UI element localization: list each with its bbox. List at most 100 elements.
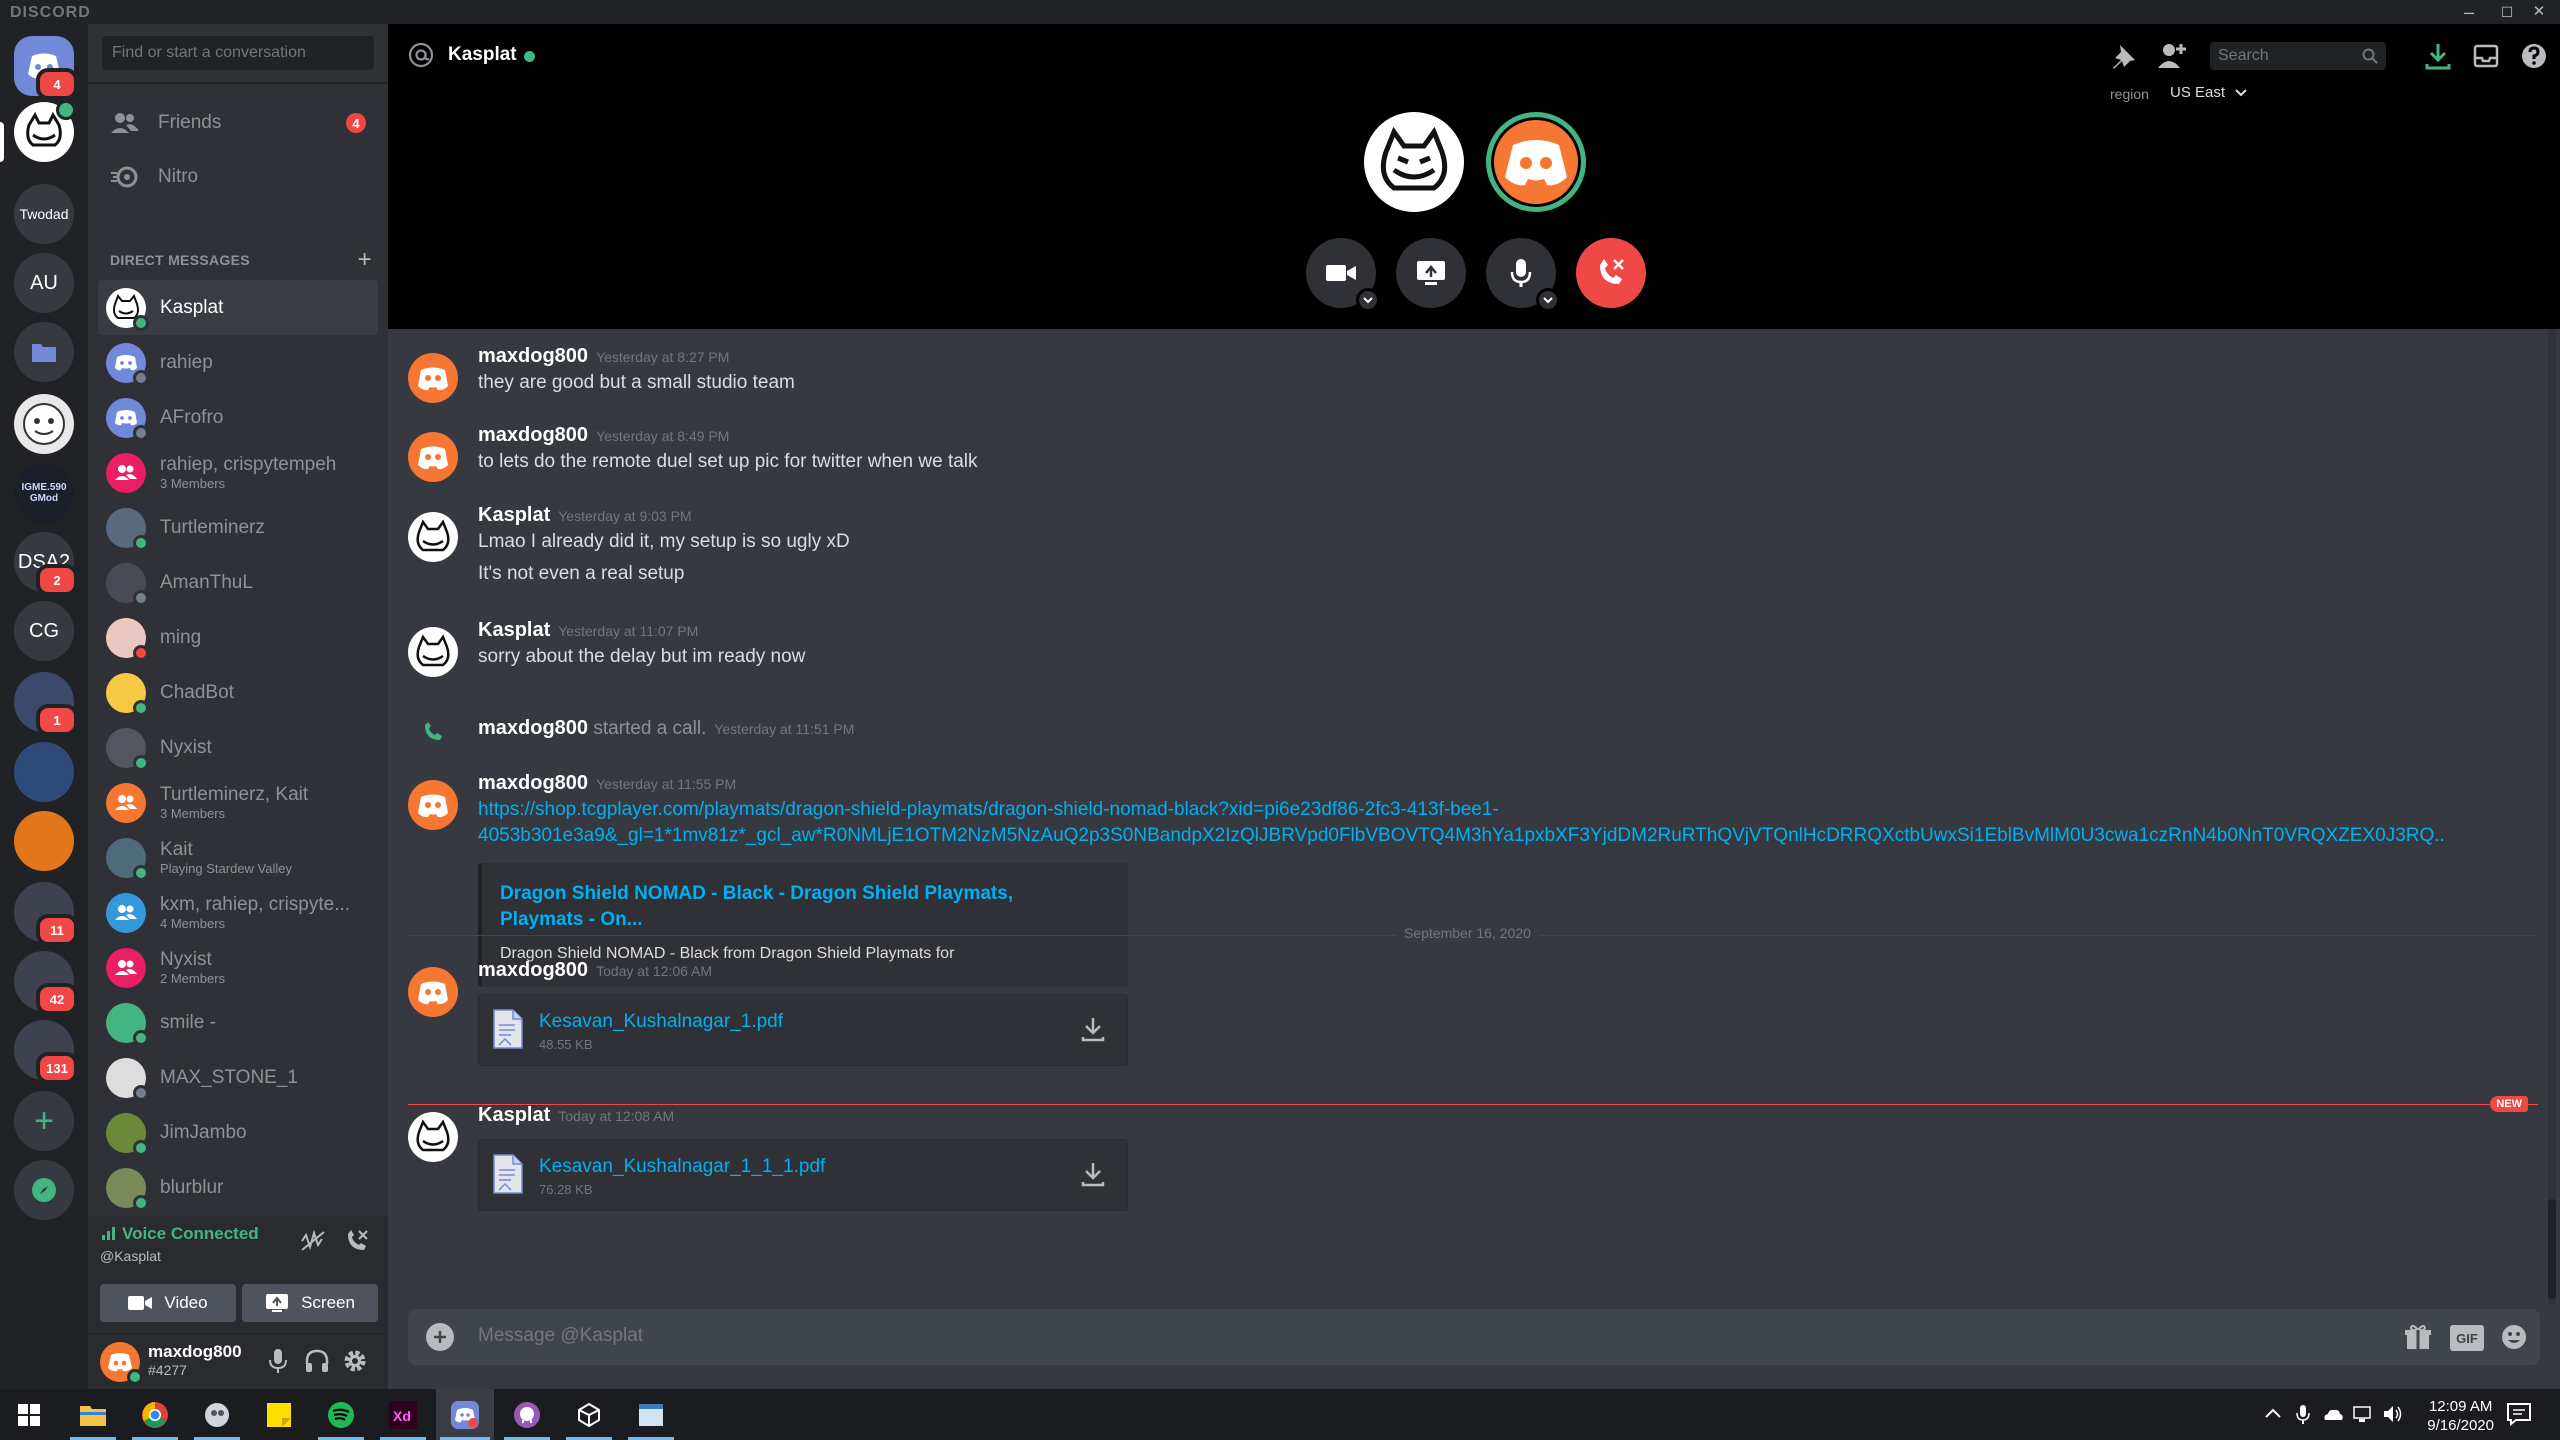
dm-item[interactable]: Kasplat bbox=[98, 280, 378, 335]
system-clock[interactable]: 12:09 AM 9/16/2020 bbox=[2427, 1397, 2494, 1435]
message-avatar[interactable] bbox=[408, 627, 458, 677]
taskbar-unity[interactable] bbox=[560, 1389, 618, 1440]
friends-nav[interactable]: Friends 4 bbox=[98, 98, 378, 148]
dm-item[interactable]: JimJambo bbox=[98, 1105, 378, 1160]
dm-item[interactable]: AFrofro bbox=[98, 390, 378, 445]
toggle-video-button[interactable] bbox=[1306, 238, 1380, 312]
scrollbar-track[interactable] bbox=[2548, 329, 2556, 1304]
message-author[interactable]: maxdog800 bbox=[478, 424, 588, 446]
participant-kasplat[interactable] bbox=[1364, 112, 1464, 212]
close-button[interactable]: ✕ bbox=[2516, 0, 2560, 24]
user-avatar[interactable] bbox=[100, 1342, 143, 1385]
message-composer[interactable]: Message @Kasplat GIF bbox=[408, 1309, 2540, 1365]
search-input[interactable]: Search bbox=[2210, 42, 2386, 70]
server-avatar-group-1[interactable]: 1 bbox=[14, 672, 78, 736]
gif-picker-button[interactable]: GIF bbox=[2450, 1325, 2484, 1351]
attach-button[interactable] bbox=[426, 1323, 454, 1351]
toggle-mute-button[interactable] bbox=[1486, 238, 1560, 312]
message-author[interactable]: maxdog800 bbox=[478, 345, 588, 367]
taskbar-adobe-xd[interactable]: Xd bbox=[374, 1389, 432, 1440]
noise-suppression-button[interactable] bbox=[300, 1229, 326, 1257]
dm-item[interactable]: ChadBot bbox=[98, 665, 378, 720]
server-cg[interactable]: CG bbox=[14, 601, 74, 661]
dm-item[interactable]: Kait Playing Stardew Valley bbox=[98, 830, 378, 885]
user-settings-button[interactable] bbox=[342, 1348, 368, 1379]
taskbar-app[interactable] bbox=[188, 1389, 246, 1440]
end-call-button[interactable] bbox=[1576, 238, 1646, 308]
taskbar-spotify[interactable] bbox=[312, 1389, 370, 1440]
server-avatar-group-2[interactable]: 11 bbox=[14, 882, 78, 946]
message-avatar[interactable] bbox=[408, 512, 458, 562]
tray-chevron-icon[interactable] bbox=[2262, 1403, 2284, 1425]
file-name-link[interactable]: Kesavan_Kushalnagar_1_1_1.pdf bbox=[539, 1156, 825, 1178]
server-twodad[interactable]: Twodad bbox=[14, 184, 74, 244]
taskbar-app-window[interactable] bbox=[622, 1389, 680, 1440]
embed-title[interactable]: Dragon Shield NOMAD - Black - Dragon Shi… bbox=[500, 881, 1100, 933]
screen-share-button[interactable]: Screen bbox=[242, 1284, 378, 1322]
mic-options-button[interactable] bbox=[1536, 288, 1560, 312]
dm-item[interactable]: rahiep bbox=[98, 335, 378, 390]
help-button[interactable] bbox=[2520, 42, 2550, 72]
message-author[interactable]: Kasplat bbox=[478, 1104, 550, 1126]
server-avatar-orange[interactable] bbox=[14, 811, 74, 871]
dm-item[interactable]: Turtleminerz, Kait 3 Members bbox=[98, 775, 378, 830]
region-selector[interactable]: US East bbox=[2170, 84, 2247, 101]
download-file-button[interactable] bbox=[1079, 1160, 1109, 1190]
message-author[interactable]: maxdog800 bbox=[478, 959, 588, 981]
nitro-nav[interactable]: Nitro bbox=[98, 152, 378, 202]
dm-item[interactable]: Nyxist 2 Members bbox=[98, 940, 378, 995]
dm-item[interactable]: kxm, rahiep, crispyte... 4 Members bbox=[98, 885, 378, 940]
message-author[interactable]: maxdog800 bbox=[478, 717, 588, 739]
emoji-picker-button[interactable] bbox=[2500, 1323, 2530, 1353]
explore-servers-button[interactable] bbox=[14, 1160, 74, 1220]
message-link[interactable]: https://shop.tcgplayer.com/playmats/drag… bbox=[478, 799, 1499, 821]
message-author[interactable]: Kasplat bbox=[478, 619, 550, 641]
scrollbar-thumb[interactable] bbox=[2548, 1199, 2556, 1299]
dm-item[interactable]: blurblur bbox=[98, 1160, 378, 1215]
find-conversation-input[interactable]: Find or start a conversation bbox=[102, 36, 374, 70]
participant-maxdog800[interactable] bbox=[1486, 112, 1586, 212]
server-dsa2[interactable]: DSA2 2 bbox=[14, 532, 78, 596]
message-avatar[interactable] bbox=[408, 432, 458, 482]
home-button[interactable]: 4 bbox=[14, 36, 78, 100]
message-avatar[interactable] bbox=[408, 780, 458, 830]
pinned-messages-button[interactable] bbox=[2110, 42, 2140, 72]
taskbar-sticky-notes[interactable] bbox=[250, 1389, 308, 1440]
dm-item[interactable]: AmanThuL bbox=[98, 555, 378, 610]
add-server-button[interactable]: + bbox=[14, 1091, 74, 1151]
dm-item[interactable]: ming bbox=[98, 610, 378, 665]
start-button[interactable] bbox=[0, 1389, 58, 1440]
dm-item[interactable]: smile - bbox=[98, 995, 378, 1050]
taskbar-discord[interactable] bbox=[436, 1389, 494, 1440]
send-gift-button[interactable] bbox=[2404, 1323, 2434, 1353]
tray-onedrive-icon[interactable] bbox=[2322, 1403, 2344, 1425]
server-avatar-group-4[interactable]: 131 bbox=[14, 1020, 78, 1084]
message-author[interactable]: Kasplat bbox=[478, 504, 550, 526]
message-link[interactable]: 4053b301e3a9&_gl=1*1mv81z*_gcl_aw*R0NMLj… bbox=[478, 825, 2445, 847]
create-dm-button[interactable]: + bbox=[358, 246, 372, 274]
video-options-button[interactable] bbox=[1356, 288, 1380, 312]
tray-microphone-icon[interactable] bbox=[2292, 1403, 2314, 1425]
dm-item[interactable]: MAX_STONE_1 bbox=[98, 1050, 378, 1105]
server-avatar-face[interactable] bbox=[14, 394, 74, 454]
taskbar-chrome[interactable] bbox=[126, 1389, 184, 1440]
server-au[interactable]: AU bbox=[14, 253, 74, 313]
server-igme[interactable]: IGME.590 GMod bbox=[14, 463, 74, 523]
taskbar-file-explorer[interactable] bbox=[64, 1389, 122, 1440]
server-avatar-person[interactable] bbox=[14, 742, 74, 802]
download-file-button[interactable] bbox=[1079, 1015, 1109, 1045]
disconnect-button[interactable] bbox=[344, 1228, 370, 1259]
server-avatar-group-3[interactable]: 42 bbox=[14, 951, 78, 1015]
notifications-icon[interactable] bbox=[2506, 1401, 2532, 1427]
tray-volume-icon[interactable] bbox=[2382, 1403, 2404, 1425]
share-screen-button[interactable] bbox=[1396, 238, 1466, 308]
deafen-button[interactable] bbox=[304, 1348, 330, 1379]
message-author[interactable]: maxdog800 bbox=[478, 772, 588, 794]
dm-item[interactable]: Nyxist bbox=[98, 720, 378, 775]
message-avatar[interactable] bbox=[408, 967, 458, 1017]
tray-network-icon[interactable] bbox=[2352, 1403, 2374, 1425]
video-button[interactable]: Video bbox=[100, 1284, 236, 1322]
message-avatar[interactable] bbox=[408, 353, 458, 403]
message-avatar[interactable] bbox=[408, 1112, 458, 1162]
mute-button[interactable] bbox=[268, 1348, 288, 1379]
